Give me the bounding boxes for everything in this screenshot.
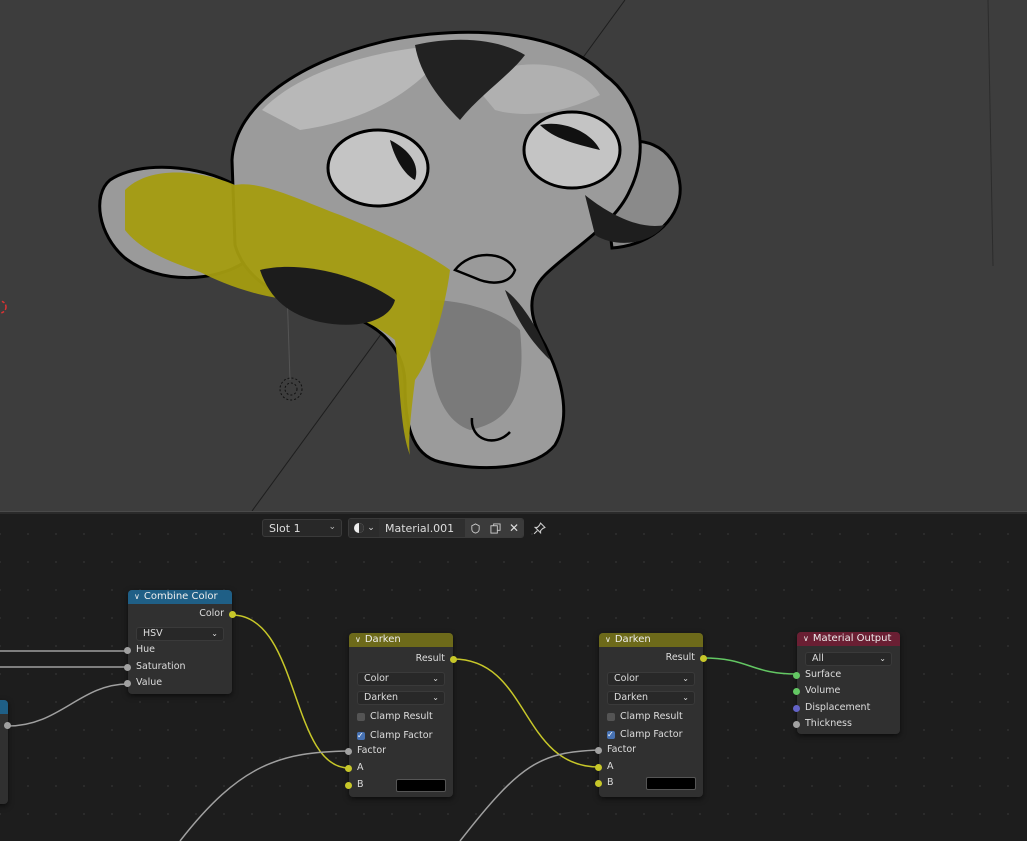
checkbox-icon <box>357 713 365 721</box>
chevron-down-icon: ⌄ <box>682 693 689 702</box>
input-socket-factor[interactable] <box>345 748 352 755</box>
light-icon[interactable] <box>279 377 303 401</box>
node-header <box>0 700 8 714</box>
clamp-result-checkbox[interactable]: Clamp Result <box>357 710 433 724</box>
data-type-value: Color <box>364 673 389 684</box>
output-socket-result[interactable] <box>450 656 457 663</box>
input-label-a: A <box>357 762 364 773</box>
chevron-down-icon[interactable]: ∨ <box>355 633 361 647</box>
node-title: Material Output <box>812 633 892 644</box>
chevron-down-icon: ⌄ <box>211 629 218 638</box>
clamp-result-checkbox[interactable]: Clamp Result <box>607 710 683 724</box>
input-socket-a[interactable] <box>345 765 352 772</box>
input-socket-volume[interactable] <box>793 688 800 695</box>
target-value: All <box>812 653 824 664</box>
offscreen-node[interactable] <box>0 700 11 804</box>
mode-dropdown[interactable]: HSV ⌄ <box>136 627 224 641</box>
input-socket-displacement[interactable] <box>793 705 800 712</box>
blend-mode-value: Darken <box>364 692 399 703</box>
input-socket-thickness[interactable] <box>793 721 800 728</box>
blend-mode-dropdown[interactable]: Darken ⌄ <box>357 691 445 705</box>
clamp-factor-checkbox[interactable]: Clamp Factor <box>607 728 682 742</box>
input-socket-a[interactable] <box>595 764 602 771</box>
chevron-down-icon: ⌄ <box>432 674 439 683</box>
input-label-thickness: Thickness <box>805 718 852 729</box>
3d-cursor-icon[interactable] <box>0 300 7 314</box>
input-label-surface: Surface <box>805 669 842 680</box>
input-label-b: B <box>357 779 364 790</box>
input-socket-b[interactable] <box>345 782 352 789</box>
input-label-value: Value <box>136 677 163 688</box>
input-socket-hue[interactable] <box>124 647 131 654</box>
chevron-down-icon: ⌄ <box>432 693 439 702</box>
input-label-hue: Hue <box>136 644 156 655</box>
suzanne-mesh[interactable] <box>98 30 682 470</box>
3d-viewport[interactable] <box>0 0 1027 511</box>
checkbox-label: Clamp Result <box>370 711 433 722</box>
checkbox-checked-icon <box>607 728 615 742</box>
input-label-volume: Volume <box>805 685 841 696</box>
blend-mode-value: Darken <box>614 692 649 703</box>
input-label-factor: Factor <box>357 745 387 756</box>
output-socket[interactable] <box>4 722 11 729</box>
target-dropdown[interactable]: All ⌄ <box>805 652 892 666</box>
color-swatch-b[interactable] <box>396 779 446 792</box>
chevron-down-icon[interactable]: ∨ <box>605 633 611 647</box>
chevron-down-icon: ⌄ <box>682 674 689 683</box>
node-material-output[interactable]: ∨ Material Output All ⌄ Surface Volume Dis… <box>793 632 900 734</box>
checkbox-label: Clamp Factor <box>370 730 433 741</box>
input-label-saturation: Saturation <box>136 661 186 672</box>
input-label-factor: Factor <box>607 744 637 755</box>
output-label-color: Color <box>199 608 224 619</box>
input-socket-factor[interactable] <box>595 747 602 754</box>
checkbox-icon <box>607 713 615 721</box>
input-label-a: A <box>607 761 614 772</box>
data-type-value: Color <box>614 673 639 684</box>
viewport-scene <box>0 0 994 511</box>
chevron-down-icon[interactable]: ∨ <box>134 590 140 604</box>
output-socket-result[interactable] <box>700 655 707 662</box>
node-title: Combine Color <box>143 591 218 602</box>
input-label-displacement: Displacement <box>805 702 871 713</box>
node-header[interactable]: ∨ Darken <box>349 633 453 647</box>
chevron-down-icon[interactable]: ∨ <box>803 632 809 646</box>
node-header[interactable]: ∨ Material Output <box>797 632 900 646</box>
output-socket-color[interactable] <box>229 611 236 618</box>
input-label-b: B <box>607 777 614 788</box>
clamp-factor-checkbox[interactable]: Clamp Factor <box>357 729 432 743</box>
node-darken-1[interactable]: ∨ Darken Result Color ⌄ Darken ⌄ Clamp Resu… <box>345 633 457 797</box>
output-label-result: Result <box>665 652 695 663</box>
color-swatch-b[interactable] <box>646 777 696 790</box>
output-label-result: Result <box>415 653 445 664</box>
input-socket-surface[interactable] <box>793 672 800 679</box>
checkbox-label: Clamp Factor <box>620 729 683 740</box>
node-header[interactable]: ∨ Darken <box>599 633 703 647</box>
node-darken-2[interactable]: ∨ Darken Result Color ⌄ Darken ⌄ Clamp Resu… <box>595 633 707 797</box>
node-combine-color[interactable]: ∨ Combine Color Color HSV ⌄ Hue Saturation… <box>124 590 236 694</box>
node-title: Darken <box>614 634 651 645</box>
input-socket-value[interactable] <box>124 680 131 687</box>
data-type-dropdown[interactable]: Color ⌄ <box>607 672 695 686</box>
shader-node-editor[interactable]: Slot 1 ⌄ ⌄ Material.001 ✕ ∨ Combine Colo… <box>0 514 1027 841</box>
checkbox-label: Clamp Result <box>620 711 683 722</box>
input-socket-saturation[interactable] <box>124 664 131 671</box>
node-title: Darken <box>364 634 401 645</box>
chevron-down-icon: ⌄ <box>879 654 886 663</box>
data-type-dropdown[interactable]: Color ⌄ <box>357 672 445 686</box>
mode-value: HSV <box>143 628 163 639</box>
blend-mode-dropdown[interactable]: Darken ⌄ <box>607 691 695 705</box>
input-socket-b[interactable] <box>595 780 602 787</box>
checkbox-checked-icon <box>357 729 365 743</box>
node-header[interactable]: ∨ Combine Color <box>128 590 232 604</box>
